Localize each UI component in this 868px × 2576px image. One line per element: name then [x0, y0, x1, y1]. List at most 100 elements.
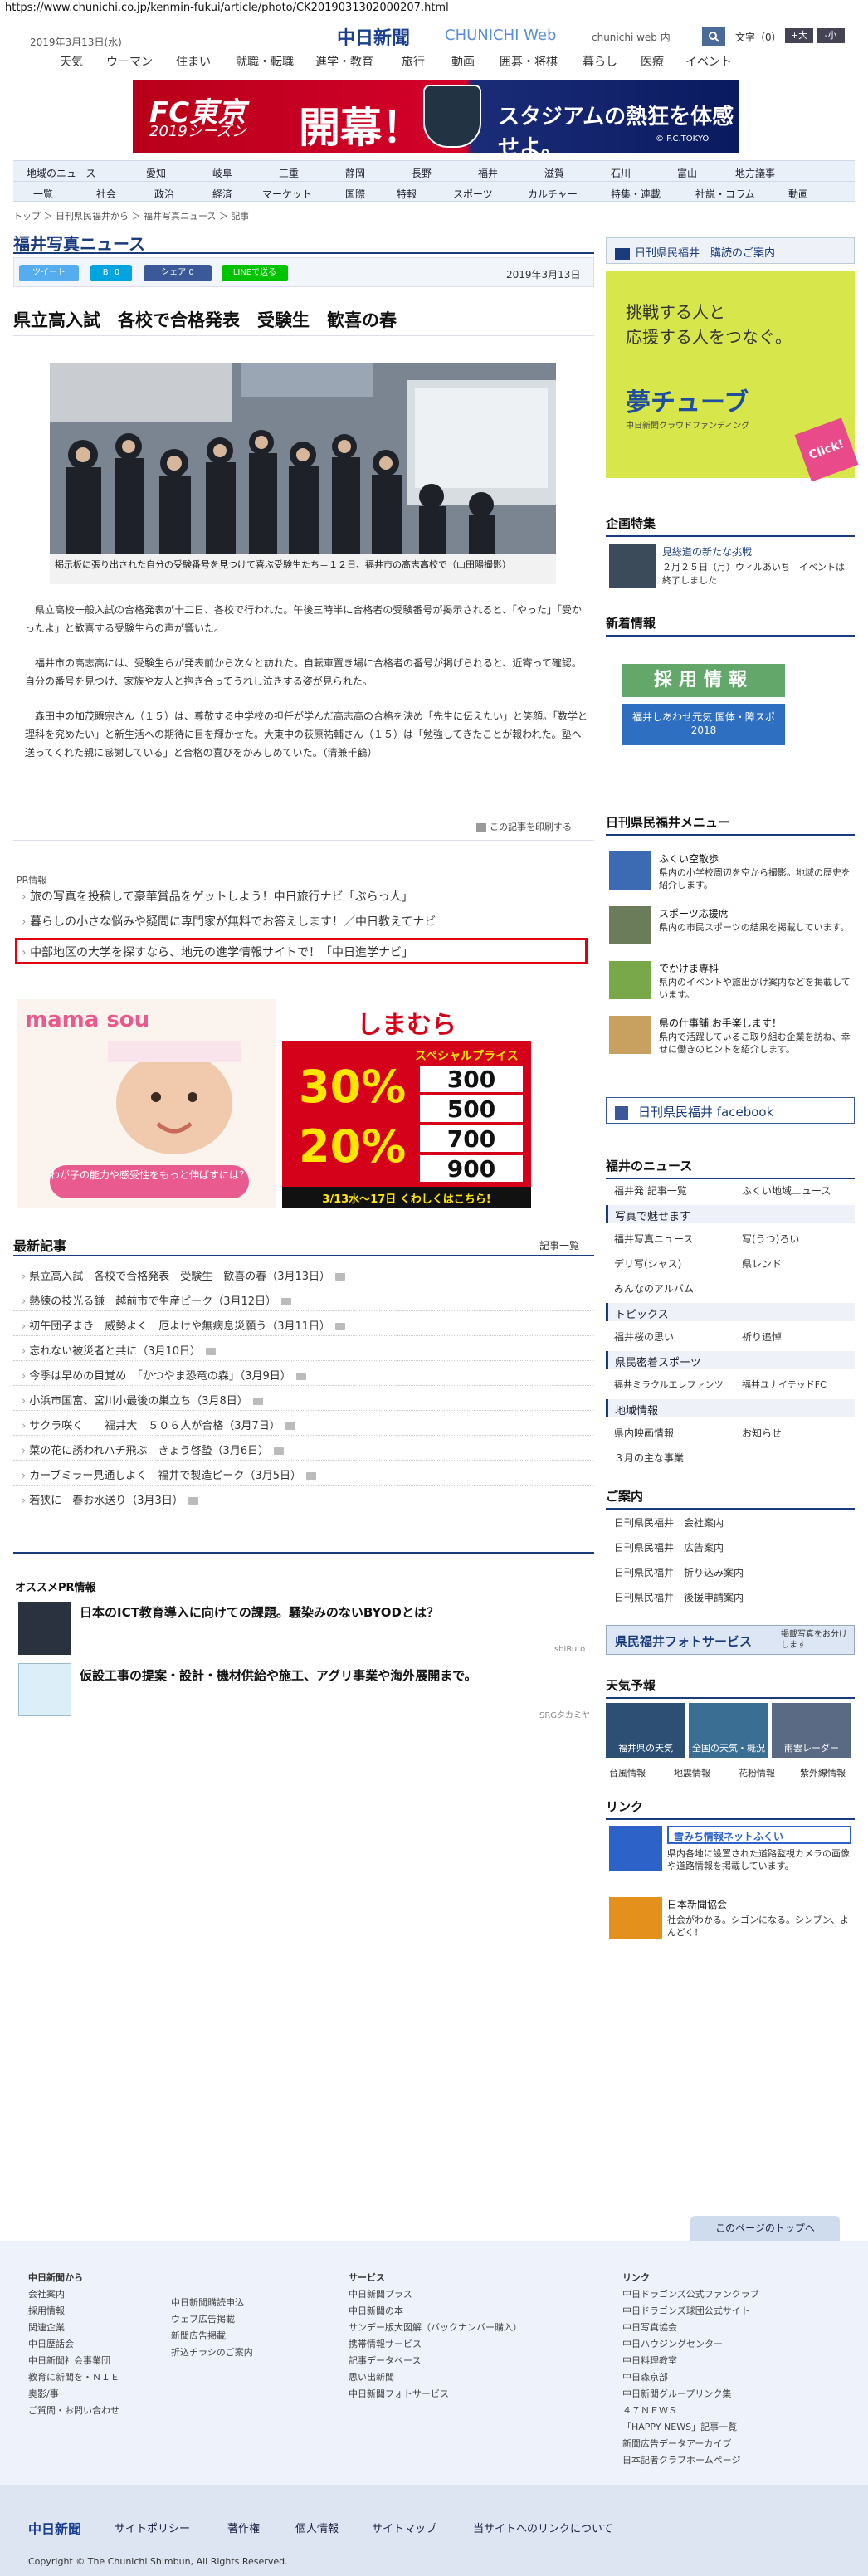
recommend-link[interactable]: 日本のICT教育導入に向けての課題。騒染みのないBYODとは？ — [80, 1603, 439, 1621]
search-button[interactable] — [702, 27, 725, 46]
footer-link[interactable]: 中日新聞の本 — [349, 2304, 403, 2317]
category-nav-item[interactable]: 特報 — [397, 187, 417, 201]
footer-link[interactable]: 新聞広告掲載 — [171, 2329, 226, 2342]
weather-link[interactable]: 花粉情報 — [739, 1766, 775, 1779]
footer-link[interactable]: 中日ハウジングセンター — [622, 2337, 723, 2350]
news-item[interactable]: › 熱練の技光る鎌 越前市で生産ピーク（3月12日） — [13, 1286, 594, 1311]
footer-link[interactable]: 日本記者クラブホームページ — [622, 2453, 740, 2466]
news-item[interactable]: › 菜の花に誘われハチ飛ぶ きょう啓蟄（3月6日） — [13, 1436, 594, 1461]
news-item[interactable]: › 初午団子まき 威勢よく 厄よけや無病息災願う（3月11日） — [13, 1311, 594, 1336]
recommend-thumb-2[interactable] — [18, 1663, 71, 1716]
recommend-link[interactable]: 仮設工事の提案・設計・機材供給や施工、アグリ事業や海外展開まで。 — [80, 1666, 477, 1684]
footer-link[interactable]: 中日ドラゴンズ球団公式サイト — [622, 2304, 750, 2317]
top-nav-item[interactable]: 天気 — [60, 53, 83, 70]
back-to-top-button[interactable]: このページのトップへ — [690, 2216, 840, 2241]
guide-link[interactable]: 日刊県民福井 後援申請案内 — [614, 1590, 744, 1604]
footer-link[interactable]: 関連企業 — [28, 2320, 65, 2334]
footer-bottom-link[interactable]: 個人情報 — [295, 2520, 339, 2535]
subscribe-link[interactable]: 日刊県民福井 購読のご案内 — [606, 237, 855, 264]
category-nav-item[interactable]: 福井 — [478, 166, 498, 180]
menu-item-name[interactable]: ふくい空散歩 — [659, 851, 719, 866]
weather-link[interactable]: 地震情報 — [674, 1766, 710, 1779]
line-share-button[interactable]: LINEで送る — [222, 265, 288, 281]
footer-link[interactable]: 思い出新聞 — [349, 2370, 394, 2383]
footer-link[interactable]: 中日写真協会 — [622, 2320, 677, 2334]
breadcrumb[interactable]: トップ ＞ 日刊県民福井から ＞ 福井写真ニュース ＞ 記事 — [13, 209, 249, 222]
news-item[interactable]: › カーブミラー見通しよく 福井で製造ピーク（3月5日） — [13, 1461, 594, 1486]
footer-link[interactable]: 中日歴話会 — [28, 2337, 74, 2350]
footer-link[interactable]: 中日新聞購読申込 — [171, 2295, 244, 2309]
category-nav-item[interactable]: 石川 — [611, 166, 631, 180]
category-nav-item[interactable]: マーケット — [262, 187, 312, 201]
category-nav-item[interactable]: 社説・コラム — [695, 187, 755, 201]
menu-thumb[interactable] — [609, 906, 651, 944]
weather-tile[interactable]: 全国の天気・概況 — [689, 1703, 768, 1758]
photo-service-banner[interactable]: 県民福井フォトサービス 掲載写真をお分けします — [606, 1625, 855, 1655]
category-nav-item[interactable]: 社会 — [96, 187, 116, 201]
article-photo[interactable] — [50, 363, 556, 554]
category-nav-item[interactable]: 滋賀 — [544, 166, 564, 180]
footer-link[interactable]: 新聞広告データアーカイブ — [622, 2437, 731, 2450]
footer-link[interactable]: 折込チラシのご案内 — [171, 2345, 253, 2359]
sidebar-link[interactable]: 福井発 記事一覧 — [614, 1183, 687, 1198]
footer-bottom-link[interactable]: サイトマップ — [372, 2520, 436, 2535]
link-name[interactable]: 雪みち情報ネットふくい — [667, 1826, 851, 1844]
facebook-link[interactable]: 日刊県民福井 facebook — [606, 1097, 855, 1124]
footer-link[interactable]: 中日新聞プラス — [349, 2287, 412, 2300]
footer-link[interactable]: 中日ドラゴンズ公式ファンクラブ — [622, 2287, 759, 2300]
top-nav-item[interactable]: 動画 — [451, 53, 475, 70]
hatena-button[interactable]: B! 0 — [90, 265, 132, 281]
weather-tile[interactable]: 雨雲レーダー — [772, 1703, 851, 1758]
footer-link[interactable]: 記事データベース — [349, 2354, 421, 2367]
menu-item-name[interactable]: 県の仕事舗 お手楽します！ — [659, 1016, 782, 1030]
footer-link[interactable]: ご質問・お問い合わせ — [28, 2403, 119, 2417]
news-item[interactable]: › 県立高入試 各校で合格発表 受験生 歓喜の春（3月13日） — [13, 1261, 594, 1286]
category-nav-item[interactable]: 富山 — [677, 166, 697, 180]
facebook-share-button[interactable]: シェア 0 — [144, 265, 212, 281]
recruitment-banner[interactable]: 採用情報 — [622, 664, 785, 697]
site-logo-web[interactable]: CHUNICHI Web — [445, 27, 556, 44]
top-nav-item[interactable]: 囲碁・将棋 — [500, 53, 558, 70]
top-nav-item[interactable]: 旅行 — [402, 53, 425, 70]
article-list-link[interactable]: 記事一覧 — [539, 1238, 579, 1252]
category-nav-item[interactable]: 特集・連載 — [611, 187, 661, 201]
mamasou-ad[interactable]: mama sou わが子の能力や感受性をもっと伸ばすには？ — [17, 999, 276, 1208]
footer-link[interactable]: 採用情報 — [28, 2304, 65, 2317]
category-nav-item[interactable]: 動画 — [788, 187, 808, 201]
menu-thumb[interactable] — [609, 961, 651, 999]
fc-tokyo-banner-ad[interactable]: FC東京 2019シーズン 開幕！ スタジアムの熱狂を体感せよ。 © F.C.T… — [133, 80, 739, 153]
top-nav-item[interactable]: ウーマン — [106, 53, 153, 70]
pr-link[interactable]: › 中部地区の大学を探すなら、地元の進学情報サイトで！「中日進学ナビ」 — [22, 944, 413, 960]
guide-link[interactable]: 日刊県民福井 広告案内 — [614, 1540, 724, 1554]
category-nav-item[interactable]: 静岡 — [345, 166, 365, 180]
news-item[interactable]: › 小浜市国富、宮川小最後の巣立ち（3月8日） — [13, 1386, 594, 1411]
category-nav-item[interactable]: 岐阜 — [212, 166, 232, 180]
footer-link[interactable]: 「HAPPY NEWS」記事一覧 — [622, 2420, 737, 2433]
tweet-button[interactable]: ツイート — [19, 265, 79, 281]
yume-tube-ad[interactable]: 挑戦する人と 応援する人をつなぐ。 夢チューブ 中日新聞クラウドファンディング … — [606, 271, 859, 482]
weather-link[interactable]: 紫外線情報 — [800, 1766, 846, 1779]
footer-link[interactable]: サンデー版大図解（バックナンバー購入） — [349, 2320, 522, 2334]
footer-bottom-link[interactable]: サイトポリシー — [115, 2520, 190, 2535]
top-nav-item[interactable]: イベント — [685, 53, 732, 70]
footer-link[interactable]: 奥影/事 — [28, 2387, 59, 2400]
news-item[interactable]: › サクラ咲く 福井大 ５０６人が合格（3月7日） — [13, 1411, 594, 1436]
feature-thumb[interactable] — [609, 544, 656, 588]
sidebar-link[interactable]: 祈り追悼 — [742, 1329, 782, 1344]
menu-thumb[interactable] — [609, 1016, 651, 1054]
footer-link[interactable]: 中日新聞フォトサービス — [349, 2387, 449, 2400]
footer-link[interactable]: 中日森京部 — [622, 2370, 668, 2383]
category-nav-item[interactable]: 経済 — [212, 187, 232, 201]
category-nav-item[interactable]: スポーツ — [453, 187, 493, 201]
top-nav-item[interactable]: 就職・転職 — [236, 53, 294, 70]
sidebar-link[interactable]: 県レンド — [742, 1256, 782, 1271]
footer-link[interactable]: 会社案内 — [28, 2287, 65, 2300]
menu-item-name[interactable]: スポーツ応援席 — [659, 906, 729, 920]
weather-tile[interactable]: 福井県の天気 — [606, 1703, 685, 1758]
top-nav-item[interactable]: 進学・教育 — [315, 53, 373, 70]
category-nav-item[interactable]: 一覧 — [33, 187, 53, 201]
kokutai-banner[interactable]: 福井しあわせ元気 国体・障スポ 2018 — [622, 704, 785, 745]
footer-link[interactable]: 中日新聞社会事業団 — [28, 2354, 110, 2367]
footer-logo[interactable]: 中日新聞 — [28, 2518, 81, 2538]
feature-link[interactable]: 見総道の新たな挑戦 — [662, 544, 752, 559]
